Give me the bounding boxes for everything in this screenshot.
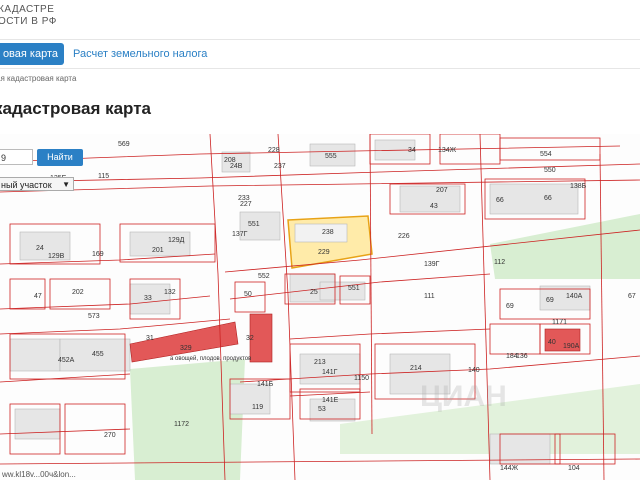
svg-text:137Г: 137Г xyxy=(232,231,248,238)
svg-text:140: 140 xyxy=(468,367,480,374)
site-brand-line1: КАДАСТРЕ xyxy=(0,4,55,15)
breadcrumb[interactable]: ая кадастровая карта xyxy=(0,74,76,83)
site-brand-line2: ОСТИ В РФ xyxy=(0,16,57,27)
svg-text:229: 229 xyxy=(318,249,330,256)
svg-text:202: 202 xyxy=(72,289,84,296)
svg-text:24: 24 xyxy=(36,245,44,252)
svg-text:25: 25 xyxy=(310,289,318,296)
svg-text:329: 329 xyxy=(180,345,192,352)
cadastral-map[interactable]: 569208228 55534134Ж 554550115 24В237125Е… xyxy=(0,134,640,480)
svg-text:552: 552 xyxy=(258,273,270,280)
svg-text:112: 112 xyxy=(494,259,505,266)
svg-text:144Ж: 144Ж xyxy=(500,465,519,472)
svg-text:104: 104 xyxy=(568,465,580,472)
svg-text:32: 32 xyxy=(246,335,254,342)
map-url-status: ww.kl18v...00ч&lon... xyxy=(2,470,76,479)
divider xyxy=(0,39,640,40)
svg-text:33: 33 xyxy=(144,295,152,302)
building xyxy=(294,223,348,243)
svg-text:24В: 24В xyxy=(230,163,243,170)
svg-text:139Г: 139Г xyxy=(424,261,440,268)
svg-text:53: 53 xyxy=(318,406,326,413)
svg-text:66: 66 xyxy=(544,195,552,202)
search-input[interactable]: 9 xyxy=(0,149,33,165)
svg-text:237: 237 xyxy=(274,163,286,170)
svg-text:129Д: 129Д xyxy=(168,237,185,244)
divider xyxy=(0,68,640,69)
svg-text:550: 550 xyxy=(544,167,556,174)
svg-text:а овощей, плодов, продуктов: а овощей, плодов, продуктов xyxy=(170,355,251,362)
svg-text:115: 115 xyxy=(98,173,109,180)
svg-text:129В: 129В xyxy=(48,253,65,260)
tab-cadastral-map[interactable]: овая карта xyxy=(0,43,64,65)
green-area xyxy=(490,214,640,279)
svg-text:226: 226 xyxy=(398,233,410,240)
svg-text:214: 214 xyxy=(410,365,422,372)
svg-text:551: 551 xyxy=(248,221,260,228)
svg-text:40: 40 xyxy=(548,339,556,346)
tab-land-tax-calc[interactable]: Расчет земельного налога xyxy=(73,43,207,65)
svg-text:31: 31 xyxy=(146,335,154,342)
search-button[interactable]: Найти xyxy=(37,149,83,166)
svg-text:66: 66 xyxy=(496,197,504,204)
svg-text:69: 69 xyxy=(546,297,554,304)
svg-text:452А: 452А xyxy=(58,357,75,364)
svg-text:455: 455 xyxy=(92,351,104,358)
svg-text:233: 233 xyxy=(238,195,250,202)
select-value: ный участок xyxy=(1,180,52,190)
svg-text:1150: 1150 xyxy=(354,375,369,382)
svg-text:136: 136 xyxy=(516,353,528,360)
svg-text:569: 569 xyxy=(118,141,130,148)
svg-text:43: 43 xyxy=(430,203,438,210)
svg-text:573: 573 xyxy=(88,313,100,320)
svg-text:201: 201 xyxy=(152,247,164,254)
site-header: КАДАСТРЕ ОСТИ В РФ xyxy=(0,0,640,38)
svg-text:141Б: 141Б xyxy=(257,381,274,388)
svg-text:119: 119 xyxy=(252,404,263,411)
svg-text:50: 50 xyxy=(244,291,252,298)
svg-text:207: 207 xyxy=(436,187,448,194)
svg-text:134Ж: 134Ж xyxy=(438,147,457,154)
svg-text:213: 213 xyxy=(314,359,326,366)
page-title: кадастровая карта xyxy=(0,99,151,118)
svg-text:238: 238 xyxy=(322,229,334,236)
svg-text:141Е: 141Е xyxy=(322,397,339,404)
svg-text:555: 555 xyxy=(325,153,337,160)
svg-text:67: 67 xyxy=(628,293,636,300)
watermark: ЦИАН xyxy=(420,380,507,413)
svg-text:1172: 1172 xyxy=(174,421,189,428)
svg-text:34: 34 xyxy=(408,147,416,154)
svg-text:228: 228 xyxy=(268,147,280,154)
svg-text:1171: 1171 xyxy=(552,319,567,326)
svg-text:138Б: 138Б xyxy=(570,183,587,190)
chevron-down-icon: ▼ xyxy=(62,180,70,189)
svg-text:140А: 140А xyxy=(566,293,583,300)
svg-text:270: 270 xyxy=(104,432,116,439)
svg-text:169: 169 xyxy=(92,251,104,258)
map-canvas[interactable]: 569208228 55534134Ж 554550115 24В237125Е… xyxy=(0,134,640,480)
svg-text:190A: 190A xyxy=(563,343,580,350)
svg-text:141Г: 141Г xyxy=(322,369,338,376)
svg-text:551: 551 xyxy=(348,285,360,292)
svg-text:47: 47 xyxy=(34,293,42,300)
object-type-select[interactable]: ный участок ▼ xyxy=(0,177,74,191)
svg-text:69: 69 xyxy=(506,303,514,310)
svg-text:227: 227 xyxy=(240,201,252,208)
svg-text:554: 554 xyxy=(540,151,552,158)
svg-text:111: 111 xyxy=(424,293,435,300)
svg-text:132: 132 xyxy=(164,289,176,296)
